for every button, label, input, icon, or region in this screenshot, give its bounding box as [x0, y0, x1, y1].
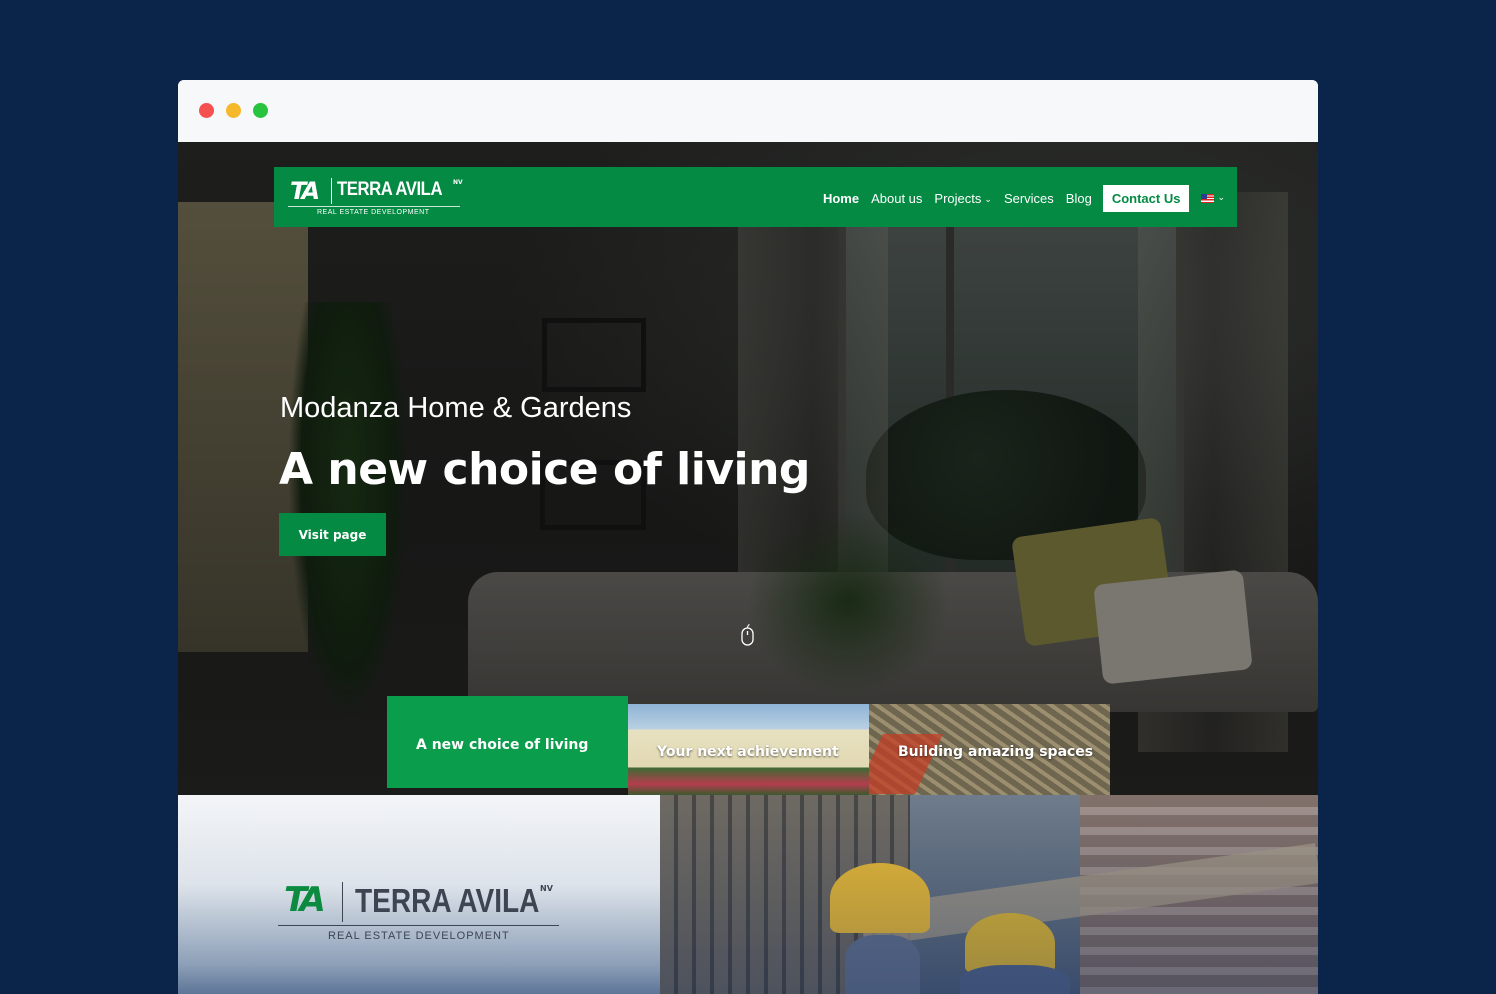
brand-logo[interactable]: TA TERRA AVILA NV REAL ESTATE DEVELOPMEN… — [286, 176, 464, 218]
logo-mark: TA — [290, 177, 320, 205]
nav-item-projects-label: Projects — [934, 190, 982, 206]
mouse-scroll-icon[interactable] — [741, 624, 754, 646]
hero-section: TA TERRA AVILA NV REAL ESTATE DEVELOPMEN… — [178, 142, 1318, 795]
slide-tab-label: Your next achievement — [657, 744, 839, 760]
construction-image — [660, 795, 1318, 994]
nav-item-projects[interactable]: Projects ⌄ — [934, 191, 992, 206]
slide-tab-2[interactable]: Your next achievement — [628, 704, 869, 795]
logo-tagline: REAL ESTATE DEVELOPMENT — [317, 209, 430, 216]
hero-title: A new choice of living — [279, 444, 810, 495]
nav-item-blog[interactable]: Blog — [1066, 191, 1092, 206]
slide-tab-3[interactable]: Building amazing spaces — [869, 704, 1110, 795]
chevron-down-icon: ⌄ — [984, 193, 992, 204]
us-flag-icon — [1201, 193, 1215, 203]
close-window-button[interactable] — [199, 103, 214, 118]
logo-divider — [331, 178, 332, 204]
slide-tab-label: A new choice of living — [416, 737, 589, 753]
section-logo: TA TERRA AVILA NV REAL ESTATE DEVELOPMEN… — [278, 880, 560, 942]
slide-tab-1[interactable]: A new choice of living — [387, 696, 628, 788]
section-logo-divider — [342, 882, 343, 922]
section-logo-suffix: NV — [540, 884, 553, 893]
maximize-window-button[interactable] — [253, 103, 268, 118]
slide-selector: A new choice of living Your next achieve… — [387, 696, 1110, 795]
nav-menu: Home About us Projects ⌄ Services Blog Co… — [811, 184, 1225, 212]
browser-toolbar — [178, 80, 1318, 143]
section-logo-tagline: REAL ESTATE DEVELOPMENT — [328, 930, 510, 942]
visit-page-button[interactable]: Visit page — [279, 513, 386, 556]
slide-tab-label: Building amazing spaces — [898, 744, 1094, 760]
browser-window: TA TERRA AVILA NV REAL ESTATE DEVELOPMEN… — [178, 80, 1318, 994]
section-logo-rule — [278, 925, 559, 926]
logo-suffix: NV — [453, 179, 463, 186]
main-navbar: TA TERRA AVILA NV REAL ESTATE DEVELOPMEN… — [274, 167, 1237, 227]
contact-us-button[interactable]: Contact Us — [1102, 184, 1190, 212]
section-logo-name: TERRA AVILA — [355, 882, 540, 919]
hero-subtitle: Modanza Home & Gardens — [280, 392, 632, 424]
chevron-down-icon: ⌄ — [1217, 191, 1225, 202]
nav-item-services[interactable]: Services — [1004, 191, 1054, 206]
section-logo-mark: TA — [284, 880, 326, 920]
logo-name: TERRA AVILA — [337, 179, 443, 200]
minimize-window-button[interactable] — [226, 103, 241, 118]
page-viewport: TA TERRA AVILA NV REAL ESTATE DEVELOPMEN… — [178, 142, 1318, 994]
language-selector[interactable]: ⌄ — [1201, 191, 1225, 204]
logo-rule — [288, 206, 460, 207]
nav-item-about[interactable]: About us — [871, 191, 922, 206]
about-logo-panel: TA TERRA AVILA NV REAL ESTATE DEVELOPMEN… — [178, 795, 660, 994]
nav-item-home[interactable]: Home — [823, 191, 859, 206]
image-overlay — [660, 795, 1318, 994]
